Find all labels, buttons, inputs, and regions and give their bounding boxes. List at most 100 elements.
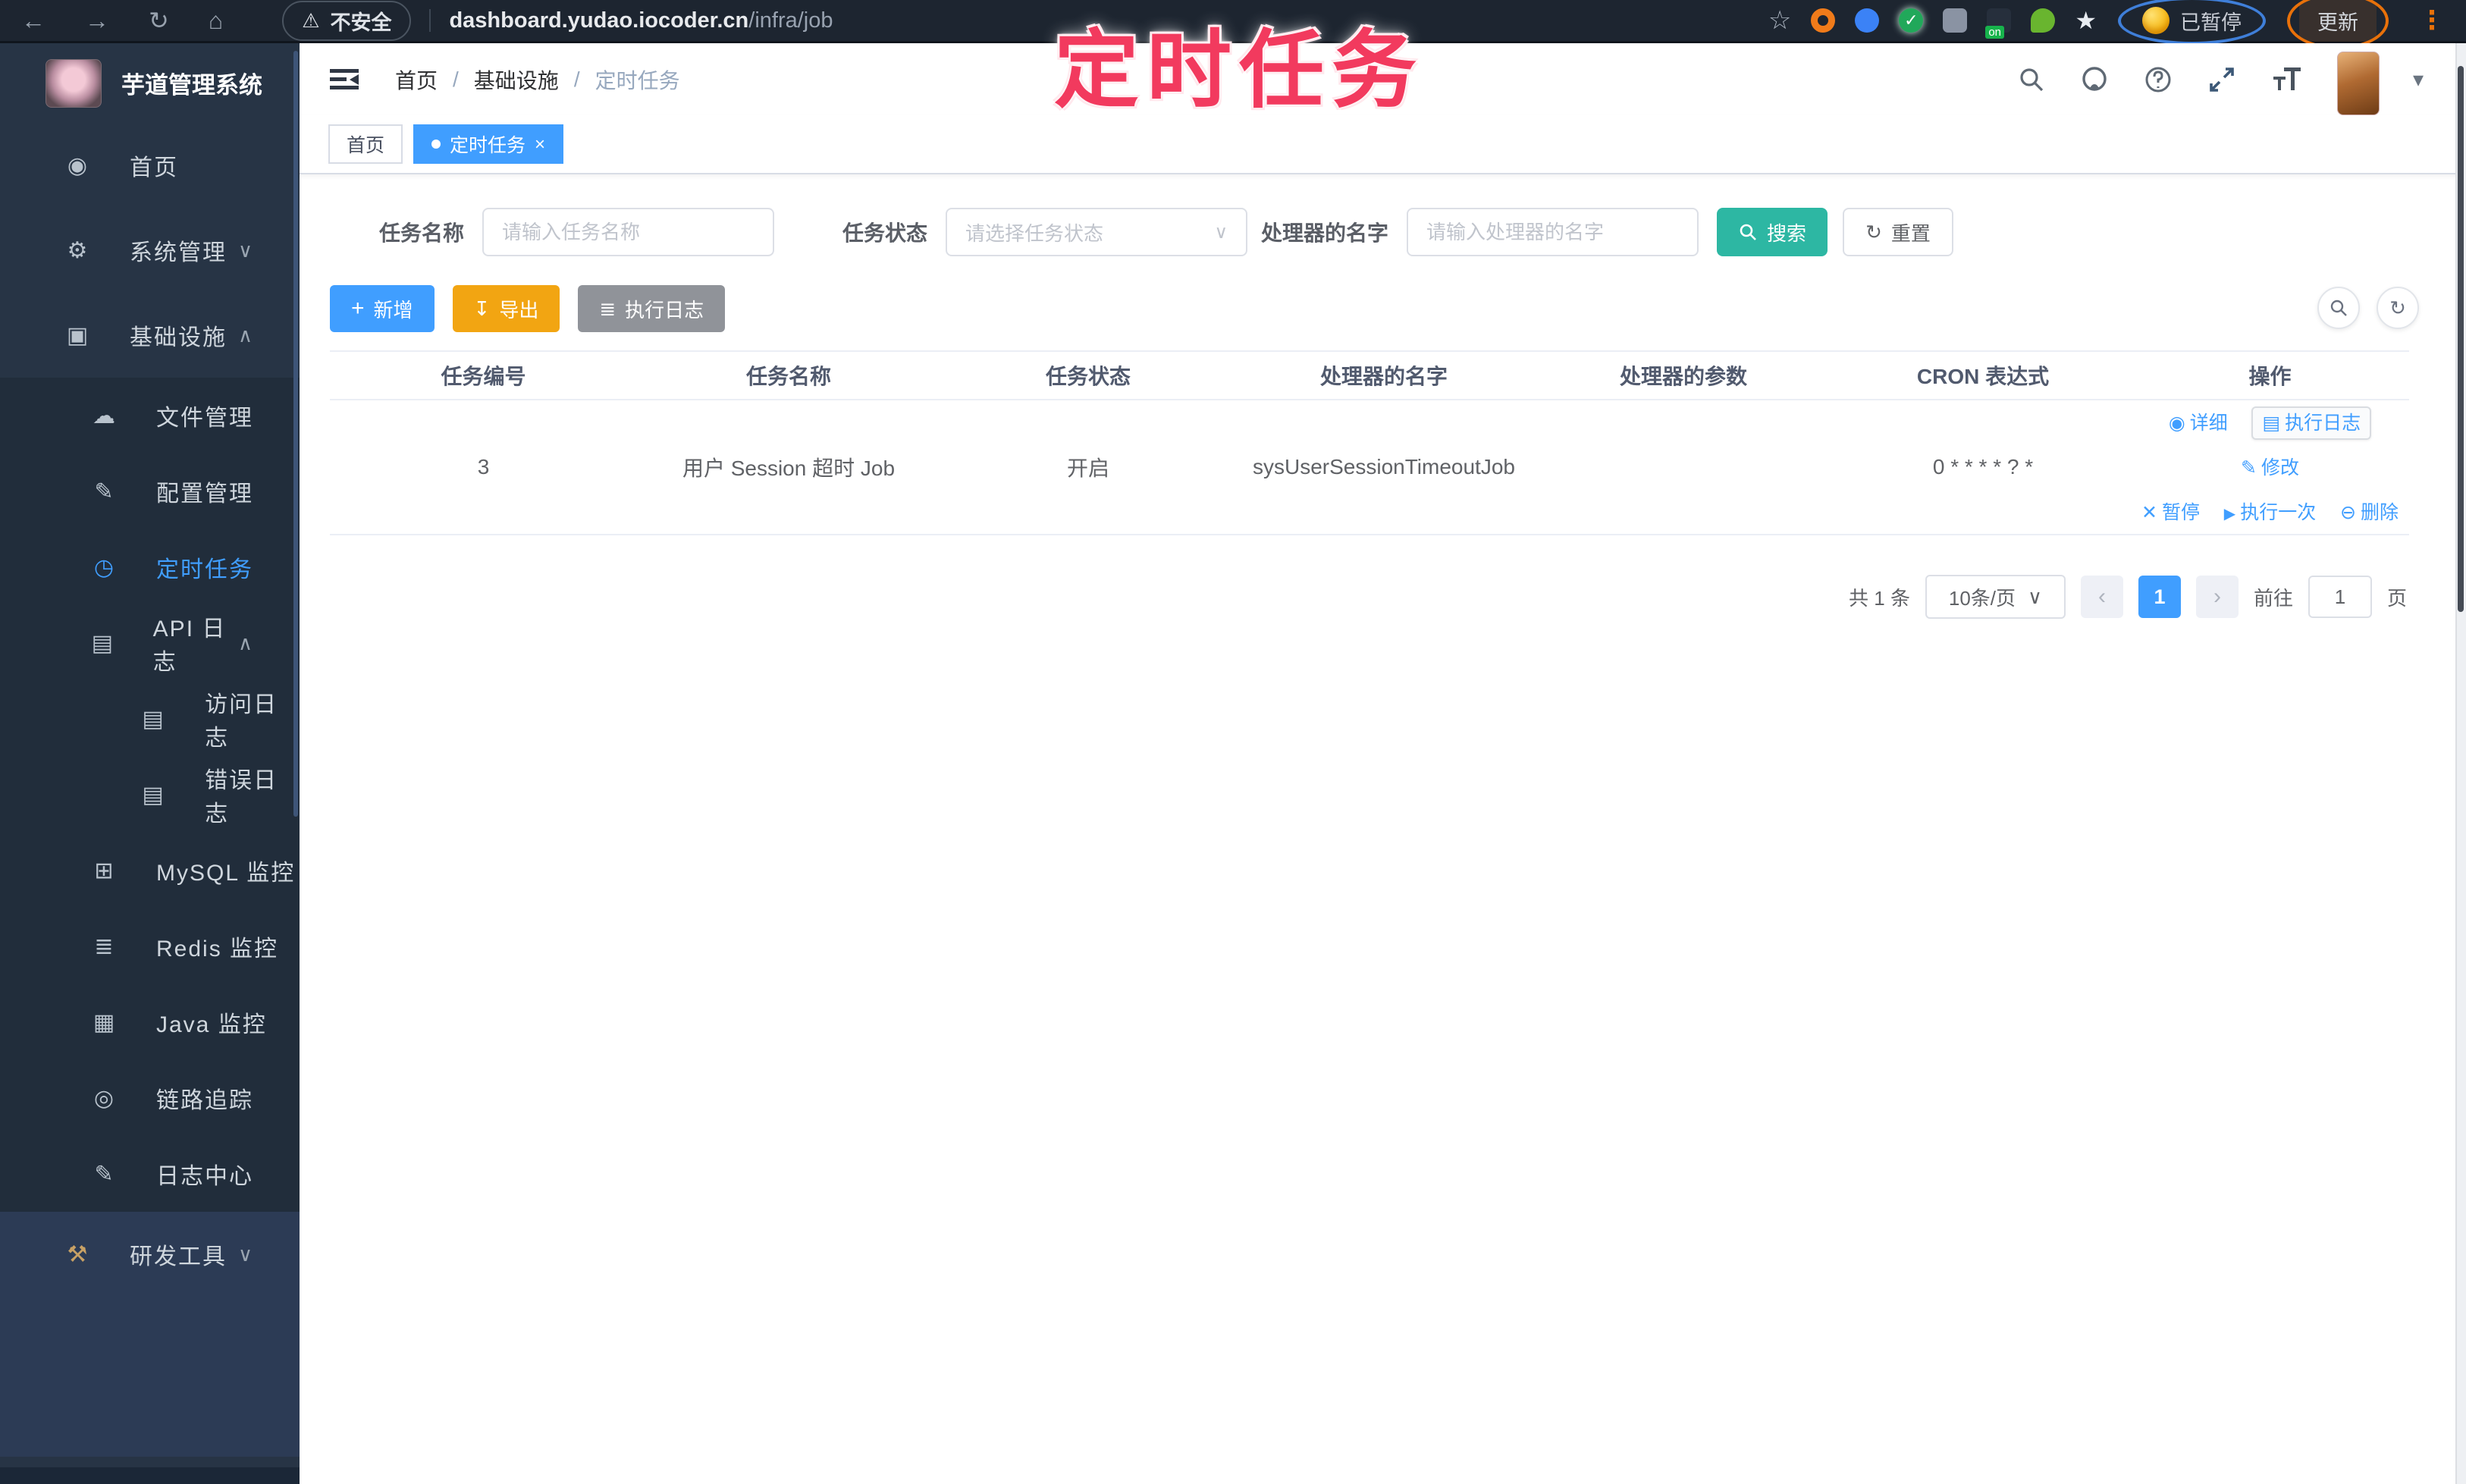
extension-orange-icon[interactable] — [1811, 8, 1836, 33]
goto-page-input[interactable] — [2308, 576, 2372, 619]
plus-icon — [351, 297, 365, 321]
search-button[interactable]: 搜索 — [1717, 208, 1828, 256]
search-icon[interactable] — [2017, 65, 2046, 94]
col-task-name: 任务名称 — [745, 365, 831, 388]
security-label: 不安全 — [330, 11, 392, 34]
hide-search-button[interactable] — [2317, 287, 2360, 329]
sidebar-item-dev-tools[interactable]: 研发工具 — [0, 1212, 300, 1297]
app-title: 芋道管理系统 — [121, 72, 262, 99]
window-scrollbar-track[interactable] — [2455, 43, 2466, 1484]
url-host[interactable]: dashboard.yudao.iocoder.cn — [449, 8, 748, 33]
cell-task-name: 用户 Session 超时 Job — [682, 456, 896, 481]
chevron-down-icon — [238, 239, 253, 262]
extension-on-badge-icon[interactable] — [1985, 8, 2012, 39]
active-tab-dot — [431, 140, 441, 149]
url-path[interactable]: /infra/job — [748, 8, 833, 33]
add-button[interactable]: 新增 — [330, 285, 435, 332]
sidebar-fold-icon[interactable] — [328, 67, 360, 93]
document-icon — [140, 706, 165, 733]
browser-back-icon[interactable] — [21, 8, 45, 33]
extension-star-icon[interactable] — [2075, 6, 2097, 35]
github-icon[interactable] — [2079, 64, 2110, 95]
col-actions: 操作 — [2248, 365, 2292, 388]
select-chevron-icon — [1214, 221, 1228, 243]
cell-cron: 0 * * * * ? * — [1932, 455, 2034, 479]
browser-menu-kebab-icon[interactable] — [2419, 5, 2445, 36]
log-icon — [91, 630, 114, 657]
profile-paused-pill[interactable]: 已暂停 — [2118, 0, 2266, 45]
breadcrumb-separator: / — [453, 67, 459, 91]
sidebar-item-redis-monitor[interactable]: Redis 监控 — [0, 908, 300, 984]
task-status-select[interactable]: 请选择任务状态 — [946, 208, 1248, 256]
sidebar-item-api-log[interactable]: API 日志 — [0, 605, 300, 681]
sidebar-item-access-log[interactable]: 访问日志 — [0, 681, 300, 757]
sidebar-item-config-mgmt[interactable]: 配置管理 — [0, 453, 300, 529]
reset-button[interactable]: 重置 — [1843, 208, 1953, 256]
extension-sprout-icon[interactable] — [2031, 8, 2056, 33]
bookmark-star-icon[interactable] — [1768, 5, 1791, 36]
profile-emoji-avatar — [2142, 7, 2170, 34]
breadcrumb-infrastructure[interactable]: 基础设施 — [474, 64, 559, 95]
layers-icon — [91, 933, 117, 960]
fullscreen-icon[interactable] — [2207, 64, 2237, 95]
dashboard-icon — [64, 152, 90, 179]
main-content: 首页 / 基础设施 / 定时任务 ▾ 首页 定时任务 × 任务名称 请输入任务名… — [300, 43, 2466, 1484]
row-exec-log-link[interactable]: 执行日志 — [2251, 406, 2372, 440]
app-logo-row[interactable]: 芋道管理系统 — [0, 43, 300, 123]
extension-puzzle-icon[interactable] — [1943, 8, 1968, 33]
sidebar-item-java-monitor[interactable]: Java 监控 — [0, 984, 300, 1060]
log-icon — [2262, 413, 2280, 434]
sidebar-item-home[interactable]: 首页 — [0, 123, 300, 208]
exec-log-button[interactable]: 执行日志 — [578, 285, 726, 332]
avatar-caret-icon[interactable] — [2413, 67, 2424, 92]
browser-forward-icon[interactable] — [85, 8, 109, 33]
window-scrollbar-thumb[interactable] — [2458, 66, 2464, 612]
current-page-button[interactable]: 1 — [2138, 576, 2181, 619]
tab-home[interactable]: 首页 — [328, 124, 403, 164]
jobs-table: 任务编号 任务名称 任务状态 处理器的名字 处理器的参数 CRON 表达式 操作… — [330, 350, 2409, 536]
prev-page-button[interactable] — [2080, 576, 2123, 619]
sidebar-item-error-log[interactable]: 错误日志 — [0, 757, 300, 833]
refresh-table-button[interactable] — [2377, 287, 2419, 329]
sidebar-item-file-mgmt[interactable]: 文件管理 — [0, 378, 300, 453]
sidebar-item-infrastructure[interactable]: 基础设施 — [0, 293, 300, 378]
sidebar-item-system-mgmt[interactable]: 系统管理 — [0, 208, 300, 293]
java-monitor-icon — [91, 1009, 117, 1036]
table-header-row: 任务编号 任务名称 任务状态 处理器的名字 处理器的参数 CRON 表达式 操作 — [330, 352, 2409, 400]
browser-home-icon[interactable] — [209, 8, 223, 33]
tab-close-icon[interactable] — [535, 133, 545, 155]
tab-scheduled-tasks[interactable]: 定时任务 — [413, 124, 564, 164]
extension-blue-icon[interactable] — [1855, 8, 1880, 33]
font-size-icon[interactable] — [2270, 64, 2304, 95]
timer-icon — [91, 554, 117, 581]
user-avatar[interactable] — [2336, 51, 2380, 115]
modify-link[interactable]: 修改 — [2241, 457, 2299, 478]
extension-zone: 已暂停 更新 — [1768, 0, 2445, 49]
sidebar-item-scheduled-tasks[interactable]: 定时任务 — [0, 529, 300, 605]
cell-handler-name: sysUserSessionTimeoutJob — [1253, 455, 1515, 479]
sidebar-scrollbar-thumb[interactable] — [293, 51, 298, 817]
run-once-link[interactable]: 执行一次 — [2224, 502, 2316, 523]
sidebar-item-trace[interactable]: 链路追踪 — [0, 1060, 300, 1136]
help-icon[interactable] — [2143, 64, 2173, 95]
col-cron: CRON 表达式 — [1916, 365, 2050, 388]
handler-name-label: 处理器的名字 — [1261, 221, 1389, 245]
sidebar-item-log-center[interactable]: 日志中心 — [0, 1136, 300, 1212]
task-name-input[interactable] — [482, 208, 775, 256]
breadcrumb-home[interactable]: 首页 — [395, 64, 438, 95]
page-size-select[interactable]: 10条/页 — [1925, 575, 2066, 620]
search-icon — [2330, 300, 2347, 316]
chevron-down-icon — [238, 1243, 253, 1266]
delete-link[interactable]: 删除 — [2340, 502, 2399, 523]
detail-link[interactable]: 详细 — [2169, 413, 2228, 434]
pause-link[interactable]: 暂停 — [2141, 502, 2200, 523]
task-status-label: 任务状态 — [842, 221, 928, 245]
next-page-button[interactable] — [2195, 576, 2239, 619]
extension-green-check-icon[interactable] — [1899, 8, 1924, 33]
handler-name-input[interactable] — [1407, 208, 1699, 256]
browser-reload-icon[interactable] — [149, 8, 169, 33]
sidebar-item-mysql-monitor[interactable]: MySQL 监控 — [0, 833, 300, 908]
export-button[interactable]: 导出 — [452, 285, 560, 332]
browser-update-button[interactable]: 更新 — [2287, 0, 2389, 49]
site-security-chip[interactable]: 不安全 — [282, 0, 412, 41]
